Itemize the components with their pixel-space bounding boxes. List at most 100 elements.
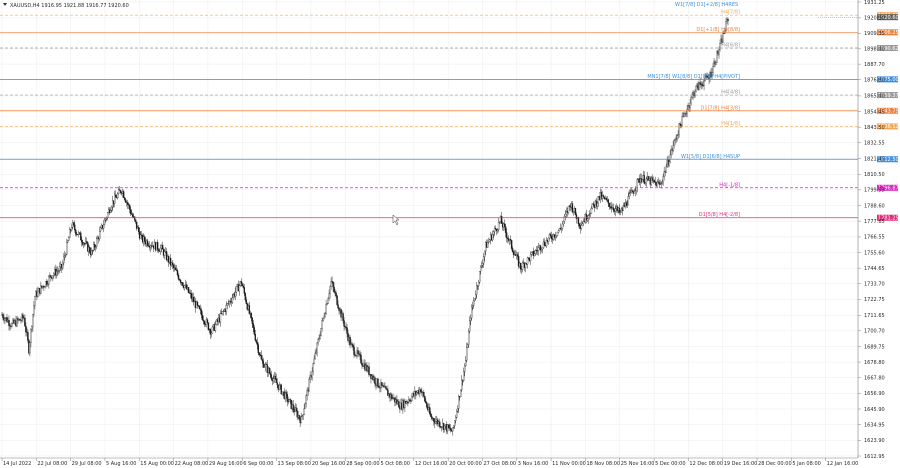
candle-body — [662, 176, 664, 183]
candle-body — [458, 396, 460, 409]
candle-body — [469, 320, 471, 332]
candle-body — [426, 402, 428, 408]
candle-body — [37, 290, 39, 297]
candle-body — [473, 298, 476, 301]
candle-body — [496, 229, 499, 232]
candle-body — [200, 309, 203, 316]
candle-body — [308, 379, 310, 392]
price-tick-label: 1744.65 — [864, 266, 885, 272]
candle-body — [492, 231, 495, 235]
candle-body — [602, 195, 605, 197]
candle-body — [466, 347, 468, 361]
candle-body — [56, 271, 58, 276]
candle-body — [488, 239, 491, 242]
candle-body — [336, 295, 338, 305]
candle-body — [116, 193, 119, 199]
candle-body — [431, 416, 433, 419]
candle-body — [612, 207, 615, 211]
candle-body — [123, 197, 126, 200]
candle-body — [607, 199, 610, 204]
candle-body — [581, 223, 584, 226]
candle-body — [119, 190, 122, 193]
candle-body — [448, 424, 450, 429]
candle-body — [580, 225, 583, 229]
candle-body — [537, 247, 540, 251]
candle-body — [11, 323, 13, 327]
time-tick-label: 29 Jul 08:00 — [72, 461, 102, 467]
price-tick-label: 1909.35 — [864, 31, 885, 37]
candle-body — [636, 179, 638, 188]
candle-body — [444, 425, 446, 431]
candle-body — [429, 407, 431, 414]
candle-body — [74, 224, 76, 231]
price-chart[interactable]: H4[7/8]1922.00D1[+1/8] H4[8/8]1906.25H4[… — [0, 0, 900, 468]
candle-body — [385, 386, 387, 389]
candle-body — [48, 276, 50, 285]
candle-body — [210, 332, 213, 335]
candle-body — [439, 421, 441, 427]
price-tick-label: 1843.50 — [864, 125, 885, 131]
time-tick-label: 15 Aug 00:00 — [140, 461, 174, 467]
time-tick-label: 11 Nov 00:00 — [552, 461, 586, 467]
candle-body — [486, 242, 489, 248]
candle-body — [491, 234, 494, 241]
candle-body — [453, 425, 455, 428]
candle-body — [450, 427, 452, 431]
candle-body — [253, 327, 256, 335]
candle-body — [133, 216, 136, 220]
candle-body — [163, 251, 166, 256]
time-tick-label: 5 Jan 08:00 — [792, 461, 820, 467]
candle-body — [311, 371, 313, 378]
candle-body — [278, 384, 280, 390]
trading-chart-window[interactable]: H4[7/8]1922.00D1[+1/8] H4[8/8]1906.25H4[… — [0, 0, 900, 468]
candle-body — [343, 320, 345, 327]
candle-body — [627, 196, 629, 206]
candle-body — [27, 332, 29, 341]
candle-body — [346, 327, 348, 334]
candle-body — [333, 286, 335, 292]
candle-body — [114, 194, 117, 198]
candle-body — [703, 80, 705, 86]
candle-body — [433, 418, 435, 422]
candle-body — [50, 275, 52, 278]
candle-body — [103, 224, 105, 229]
candle-body — [398, 401, 400, 408]
price-tick-label: 1634.95 — [864, 422, 885, 428]
candle-body — [424, 396, 426, 402]
candle-body — [286, 394, 288, 402]
candle-body — [605, 197, 608, 200]
candle-body — [608, 202, 611, 207]
candle-body — [672, 145, 674, 151]
candle-body — [590, 208, 593, 214]
candle-body — [335, 292, 337, 296]
candle-body — [511, 248, 514, 252]
candle-body — [67, 240, 69, 243]
candle-body — [285, 392, 287, 395]
candle-body — [80, 232, 82, 241]
candle-body — [550, 235, 553, 239]
candle-body — [633, 191, 635, 194]
candle-body — [241, 283, 244, 287]
price-tick-label: 1700.70 — [864, 329, 885, 335]
candle-body — [275, 378, 277, 383]
candle-body — [238, 285, 241, 292]
candle-body — [96, 238, 98, 247]
price-tick-label: 1612.95 — [864, 454, 885, 460]
level-d1-7-8-h4-3-8-label: D1[7/8] H4[3/8] — [701, 105, 741, 111]
candle-body — [505, 232, 508, 239]
candle-body — [248, 305, 251, 314]
candle-body — [497, 222, 500, 230]
candle-body — [483, 250, 486, 257]
level-h4-6-8-label: H4[6/8] — [721, 42, 740, 48]
candle-body — [541, 247, 544, 250]
candle-body — [351, 343, 353, 346]
candle-body — [177, 274, 180, 280]
candle-body — [187, 287, 190, 293]
price-tick-label: 1832.55 — [864, 141, 885, 147]
candle-body — [547, 237, 550, 242]
symbol-info: XAUUSD,H4 1916.95 1921.88 1916.77 1920.6… — [10, 3, 129, 9]
candle-body — [128, 205, 131, 210]
candle-body — [673, 140, 675, 146]
candle-body — [231, 297, 234, 303]
candle-body — [556, 231, 559, 236]
